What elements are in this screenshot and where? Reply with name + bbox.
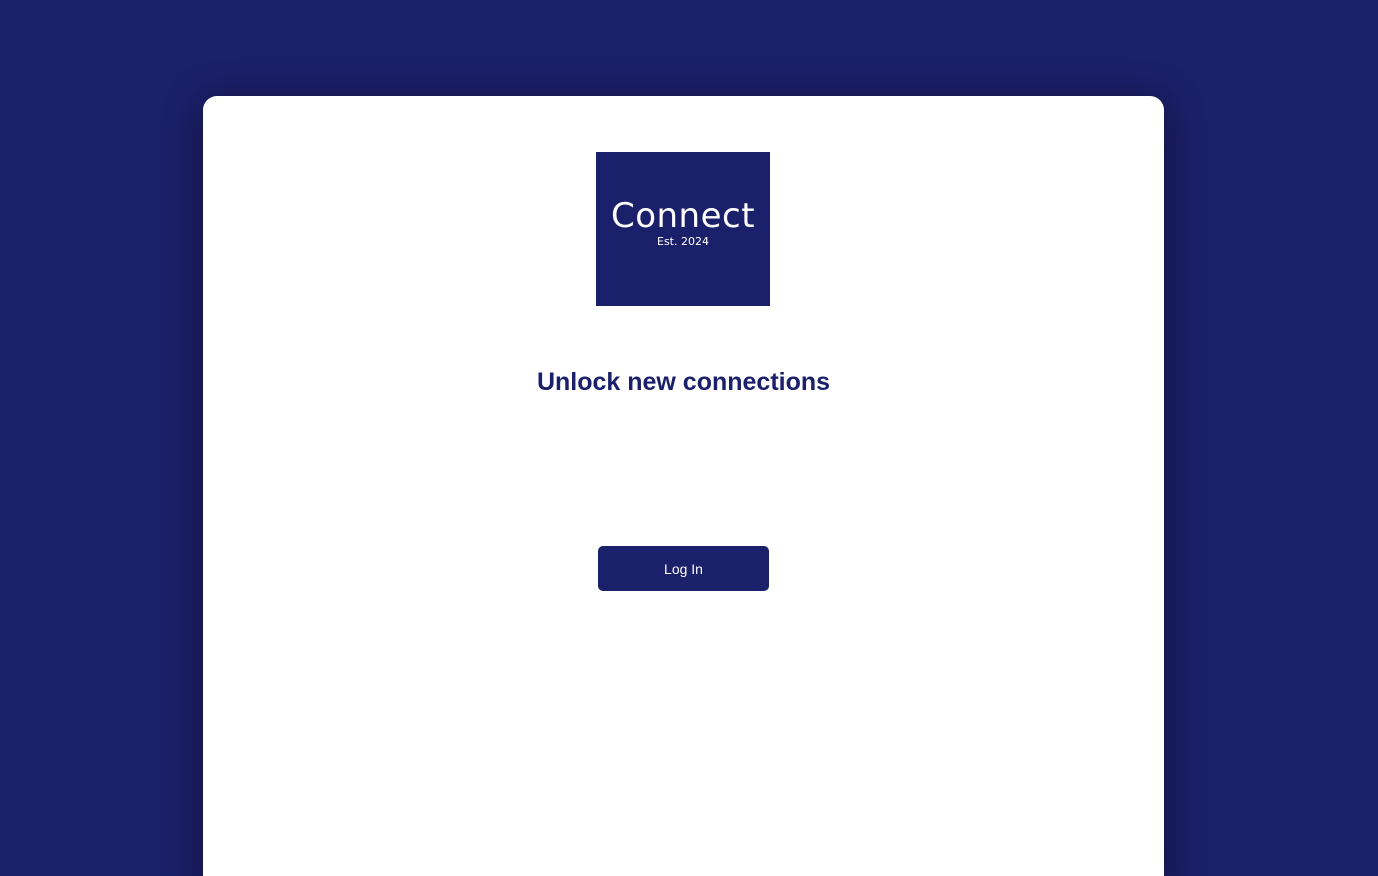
page-background: Connect Est. 2024 Unlock new connections… xyxy=(0,0,1378,876)
login-card: Connect Est. 2024 Unlock new connections… xyxy=(203,96,1164,876)
login-button[interactable]: Log In xyxy=(598,546,769,591)
connect-logo: Connect Est. 2024 xyxy=(596,152,770,306)
logo-established: Est. 2024 xyxy=(657,235,709,248)
logo-name: Connect xyxy=(610,196,756,236)
page-headline: Unlock new connections xyxy=(536,368,831,396)
